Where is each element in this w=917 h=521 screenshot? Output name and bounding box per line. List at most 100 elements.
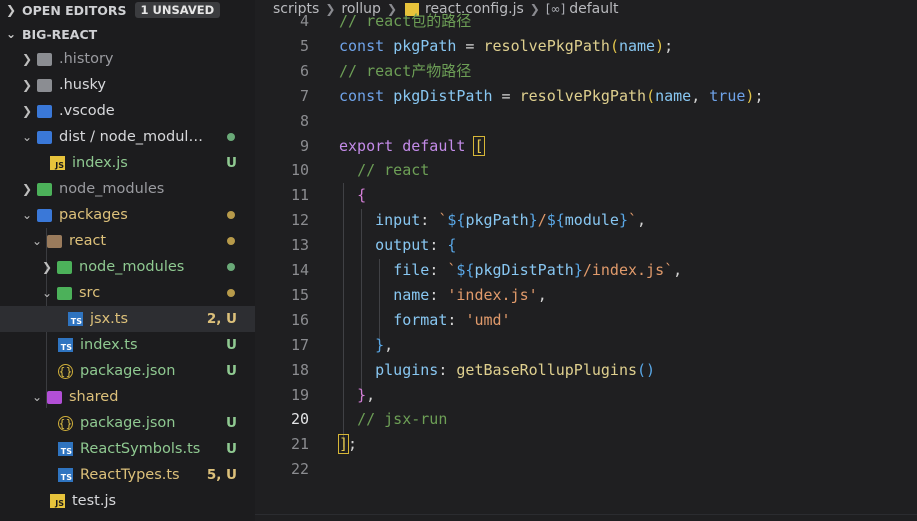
tree-item-vscode[interactable]: ❯ .vscode xyxy=(0,98,255,124)
code-token: output xyxy=(375,236,430,255)
line-number: 10 xyxy=(290,161,309,180)
git-status-label: U xyxy=(226,415,237,431)
code-token: const xyxy=(339,36,394,55)
code-text: name: 'index.js', xyxy=(339,283,547,308)
tree-item-husky[interactable]: ❯ .husky xyxy=(0,72,255,98)
code-line[interactable]: 6 // react产物路径 xyxy=(255,59,917,84)
tree-item-dist[interactable]: ⌄ dist / node_modules... xyxy=(0,124,255,150)
code-token: input xyxy=(375,211,421,230)
code-token: const xyxy=(339,86,394,105)
code-token: export default xyxy=(339,136,475,155)
code-line[interactable]: 22 xyxy=(255,457,917,482)
code-line[interactable]: 21]; xyxy=(255,432,917,457)
tree-item-history[interactable]: ❯ .history xyxy=(0,46,255,72)
code-token: } xyxy=(573,261,583,279)
line-number: 5 xyxy=(299,36,309,55)
code-text: { xyxy=(339,183,366,208)
git-status-dot xyxy=(227,289,235,297)
tree-item-label: shared xyxy=(69,389,119,405)
code-line[interactable]: 20 // jsx-run xyxy=(255,407,917,432)
folder-icon xyxy=(37,52,52,66)
ts-file-icon: TS xyxy=(58,468,73,482)
code-text: output: { xyxy=(339,233,456,258)
tree-item-react-symbols[interactable]: TS ReactSymbols.ts U xyxy=(0,436,255,462)
tree-item-packages[interactable]: ⌄ packages xyxy=(0,202,255,228)
code-token: 'index.js' xyxy=(447,285,538,304)
code-text: const pkgPath = resolvePkgPath(name); xyxy=(339,34,673,59)
line-number: 16 xyxy=(290,310,309,329)
shared-folder-icon xyxy=(47,390,62,404)
code-line[interactable]: 12 input: `${pkgPath}/${module}`, xyxy=(255,208,917,233)
code-line[interactable]: 5 const pkgPath = resolvePkgPath(name); xyxy=(255,34,917,59)
code-line[interactable]: 16 format: 'umd' xyxy=(255,308,917,333)
chevron-down-icon: ⌄ xyxy=(21,208,33,222)
tree-item-react-types[interactable]: TS ReactTypes.ts 5, U xyxy=(0,462,255,488)
code-token: // react xyxy=(357,161,430,180)
code-token: : xyxy=(429,236,448,255)
tree-item-label: .husky xyxy=(59,77,107,93)
code-token: // react包的路径 xyxy=(339,12,472,30)
code-token: /index.js` xyxy=(582,261,674,279)
node-folder-icon xyxy=(37,182,52,196)
code-token: pkgDistPath xyxy=(474,261,574,279)
code-line[interactable]: 10 // react xyxy=(255,158,917,183)
tree-item-test-js[interactable]: JS test.js xyxy=(0,488,255,514)
code-token: getBaseRollupPlugins xyxy=(456,360,638,379)
tree-item-shared-package-json[interactable]: {} package.json U xyxy=(0,410,255,436)
editor-bottom-divider xyxy=(255,514,917,515)
tree-item-index-js[interactable]: JS index.js U xyxy=(0,150,255,176)
ts-file-icon: TS xyxy=(58,442,73,456)
code-line[interactable]: 11 { xyxy=(255,183,917,208)
code-token: name xyxy=(618,36,656,55)
code-line[interactable]: 14 file: `${pkgDistPath}/index.js`, xyxy=(255,258,917,283)
code-line[interactable]: 15 name: 'index.js', xyxy=(255,283,917,308)
code-line[interactable]: 19 }, xyxy=(255,383,917,408)
code-token: } xyxy=(357,385,367,404)
project-root-header[interactable]: ⌄ BIG-REACT xyxy=(0,24,255,44)
tree-item-jsx-ts[interactable]: TS jsx.ts 2, U xyxy=(0,306,255,332)
chevron-down-icon: ⌄ xyxy=(5,27,17,41)
tree-item-package-json[interactable]: {} package.json U xyxy=(0,358,255,384)
code-line[interactable]: 8 xyxy=(255,109,917,134)
tree-item-label: src xyxy=(79,285,101,301)
code-token: ${ xyxy=(546,211,565,230)
tree-item-src[interactable]: ⌄ src xyxy=(0,280,255,306)
code-line[interactable]: 7 const pkgDistPath = resolvePkgPath(name… xyxy=(255,84,917,109)
line-number: 18 xyxy=(290,360,309,379)
git-status-label: 2, U xyxy=(206,311,237,327)
tree-item-shared[interactable]: ⌄ shared xyxy=(0,384,255,410)
code-line[interactable]: 9 export default [ xyxy=(255,134,917,159)
code-token: resolvePkgPath xyxy=(519,86,647,105)
tree-item-label: package.json xyxy=(80,363,176,379)
code-token: / xyxy=(537,211,547,230)
explorer-sidebar: ❯ OPEN EDITORS 1 UNSAVED ⌄ BIG-REACT ❯ .… xyxy=(0,0,255,521)
code-token: } xyxy=(618,211,628,230)
line-number: 22 xyxy=(290,460,309,479)
code-line[interactable]: 4 // react包的路径 xyxy=(255,9,917,34)
tree-item-react[interactable]: ⌄ react xyxy=(0,228,255,254)
git-status-dot xyxy=(227,263,235,271)
code-line[interactable]: 18 plugins: getBaseRollupPlugins() xyxy=(255,358,917,383)
tree-item-index-ts[interactable]: TS index.ts U xyxy=(0,332,255,358)
tree-item-label: node_modules xyxy=(59,181,165,197)
code-token: , xyxy=(537,285,547,304)
code-line[interactable]: 17 }, xyxy=(255,333,917,358)
code-token: pkgPath xyxy=(465,211,529,230)
tree-item-node-modules[interactable]: ❯ node_modules xyxy=(0,176,255,202)
line-number: 13 xyxy=(290,236,309,255)
chevron-right-icon: ❯ xyxy=(21,182,33,196)
tree-item-react-node-modules[interactable]: ❯ node_modules xyxy=(0,254,255,280)
code-token: 'umd' xyxy=(465,310,511,329)
code-token: = xyxy=(456,36,484,55)
git-status-dot xyxy=(227,237,235,245)
git-status-label: U xyxy=(226,337,237,353)
code-line[interactable]: 13 output: { xyxy=(255,233,917,258)
git-status-label: U xyxy=(226,155,237,171)
code-editor[interactable]: 4 // react包的路径 5 const pkgPath = resolvePkg… xyxy=(255,12,917,521)
open-editors-header[interactable]: ❯ OPEN EDITORS 1 UNSAVED xyxy=(0,0,255,20)
